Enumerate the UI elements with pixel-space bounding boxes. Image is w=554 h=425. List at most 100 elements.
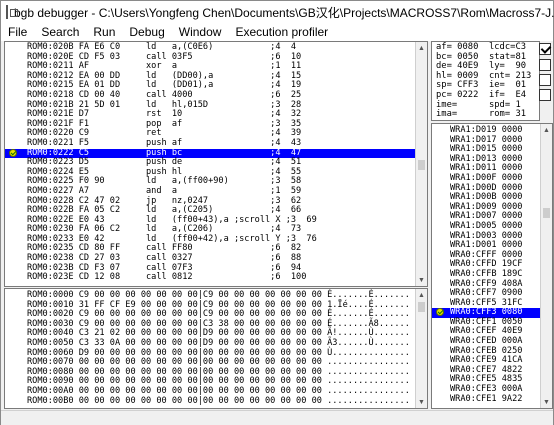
stack-text: WRA0:CFF5 31FC <box>450 297 523 308</box>
memory-text: ROM0:0020 C9 00 00 00 00 00 00 00|C9 00 … <box>27 309 410 320</box>
flag-h-checkbox[interactable] <box>539 74 551 86</box>
scroll-thumb[interactable] <box>418 302 425 312</box>
memory-pane[interactable]: ROM0:0000 C9 00 00 00 00 00 00 00|C9 00 … <box>4 288 428 409</box>
stack-text: WRA0:CFF7 0900 <box>450 288 523 299</box>
stack-text: WRA1:D00D 0000 <box>450 182 523 193</box>
menu-window[interactable]: Window <box>172 23 229 41</box>
stack-text: WRA0:CFE3 000A <box>450 384 523 395</box>
memory-row[interactable]: ROM0:00B0 00 00 00 00 00 00 00 00|00 00 … <box>5 395 415 407</box>
stack-text: WRA1:D001 0000 <box>450 240 523 251</box>
disasm-text: ROM0:0222 C5 push bc ;4 47 <box>27 147 302 158</box>
stack-text: WRA0:CFF3 0080 <box>450 307 523 318</box>
stack-text: WRA0:CFE9 41CA <box>450 355 523 366</box>
disasm-text: ROM0:0220 C9 ret ;4 39 <box>27 128 302 139</box>
flag-z-checkbox[interactable] <box>539 43 551 55</box>
app-icon <box>6 5 18 19</box>
register-row[interactable]: ima= rom= 31 <box>432 110 539 120</box>
memory-text: ROM0:0000 C9 00 00 00 00 00 00 00|C9 00 … <box>27 290 410 300</box>
memory-text: ROM0:0060 D9 00 00 00 00 00 00 00|00 00 … <box>27 347 410 358</box>
disasm-text: ROM0:0212 EA 00 DD ld (DD00),a ;4 15 <box>27 70 302 81</box>
stack-text: WRA0:CFEF 40E9 <box>450 326 523 337</box>
memory-text: ROM0:0040 C3 21 02 00 00 00 00 00|D9 00 … <box>27 328 410 339</box>
scroll-down-icon[interactable]: ▼ <box>416 274 427 286</box>
disasm-text: ROM0:021B 21 5D 01 ld hl,015D ;3 28 <box>27 99 302 110</box>
pc-marker-icon <box>9 148 20 157</box>
stack-text: WRA1:D00B 0000 <box>450 192 523 203</box>
memory-text: ROM0:0090 00 00 00 00 00 00 00 00|00 00 … <box>27 376 410 387</box>
disasm-text: ROM0:023B CD F3 07 call 07F3 ;6 94 <box>27 262 302 273</box>
stack-text: WRA0:CFE5 4835 <box>450 374 523 385</box>
stack-text: WRA1:D007 0000 <box>450 211 523 222</box>
disasm-text: ROM0:0225 F0 90 ld a,(ff00+90) ;3 58 <box>27 176 302 187</box>
disasm-text: ROM0:0235 CD 80 FF call FF80 ;6 82 <box>27 243 302 254</box>
menu-bar: File Search Run Debug Window Execution p… <box>1 23 553 41</box>
stack-text: WRA0:CFEB 0250 <box>450 345 523 356</box>
stack-text: WRA0:CFF9 408A <box>450 278 523 289</box>
scroll-up-icon[interactable]: ▲ <box>416 42 427 54</box>
stack-text: WRA1:D011 0000 <box>450 163 523 174</box>
stack-text: WRA0:CFFF 0000 <box>450 249 523 260</box>
disasm-text: ROM0:0221 F5 push af ;4 43 <box>27 137 302 148</box>
disassembly-pane[interactable]: ROM0:020B FA E6 C0 ld a,(C0E6) ;4 4 ROM0:… <box>4 41 428 287</box>
scroll-thumb[interactable] <box>543 208 550 218</box>
stack-text: WRA1:D013 0000 <box>450 153 523 164</box>
memory-text: ROM0:0010 31 FF CF E9 00 00 00 00|C9 00 … <box>27 299 410 310</box>
memory-text: ROM0:0050 C3 33 0A 00 00 00 00 00|D9 00 … <box>27 337 410 348</box>
stack-text: WRA1:D015 0000 <box>450 144 523 155</box>
memory-text: ROM0:00A0 00 00 00 00 00 00 00 00|00 00 … <box>27 385 410 396</box>
disasm-text: ROM0:0233 E0 42 ld (ff00+42),a ;scroll Y… <box>27 233 317 244</box>
menu-search[interactable]: Search <box>34 23 86 41</box>
stack-text: WRA0:CFFD 19CF <box>450 259 523 270</box>
memory-scrollbar[interactable]: ▲ ▼ <box>415 289 427 408</box>
menu-file[interactable]: File <box>1 23 34 41</box>
scroll-down-icon[interactable]: ▼ <box>416 396 427 408</box>
disasm-text: ROM0:0218 CD 00 40 call 4000 ;6 25 <box>27 89 302 100</box>
stack-text: WRA1:D019 0000 <box>450 125 523 135</box>
disasm-text: ROM0:022E E0 43 ld (ff00+43),a ;scroll X… <box>27 214 317 225</box>
disasm-text: ROM0:0230 FA 06 C2 ld a,(C206) ;4 73 <box>27 224 302 235</box>
disasm-text: ROM0:0227 A7 and a ;1 59 <box>27 185 302 196</box>
disasm-text: ROM0:0223 D5 push de ;4 51 <box>27 157 302 168</box>
memory-text: ROM0:0070 00 00 00 00 00 00 00 00|00 00 … <box>27 357 410 368</box>
stack-pane[interactable]: WRA1:D019 0000 WRA1:D017 0000 WRA1:D015 00… <box>431 123 553 409</box>
stack-row[interactable]: WRA0:CFE1 9A22 <box>432 393 540 405</box>
disassembly-scrollbar[interactable]: ▲ ▼ <box>415 42 427 286</box>
scroll-up-icon[interactable]: ▲ <box>541 124 552 136</box>
flag-n-checkbox[interactable] <box>539 59 551 71</box>
stack-text: WRA1:D009 0000 <box>450 201 523 212</box>
status-bar <box>1 410 553 425</box>
menu-execution-profiler[interactable]: Execution profiler <box>228 23 335 41</box>
disasm-text: ROM0:020B FA E6 C0 ld a,(C0E6) ;4 4 <box>27 42 297 52</box>
disasm-text: ROM0:021F F1 pop af ;3 35 <box>27 118 302 129</box>
stack-text: WRA0:CFFB 189C <box>450 268 523 279</box>
disasm-text: ROM0:0215 EA 01 DD ld (DD01),a ;4 19 <box>27 80 302 91</box>
disasm-row[interactable]: ROM0:023E CD 12 08 call 0812 ;6 100 <box>5 273 415 283</box>
pc-marker-icon <box>436 308 447 317</box>
flag-c-checkbox[interactable] <box>539 89 551 101</box>
register-text: ima= rom= 31 <box>436 109 527 120</box>
stack-text: WRA1:D005 0000 <box>450 220 523 231</box>
scroll-down-icon[interactable]: ▼ <box>541 396 552 408</box>
disasm-text: ROM0:020E CD F5 03 call 03F5 ;6 10 <box>27 51 302 62</box>
stack-scrollbar[interactable]: ▲ ▼ <box>540 124 552 408</box>
window-title: bgb debugger - C:\Users\Yongfeng Chen\Do… <box>14 5 554 20</box>
debugger-window: bgb debugger - C:\Users\Yongfeng Chen\Do… <box>0 0 554 425</box>
stack-text: WRA1:D017 0000 <box>450 134 523 145</box>
stack-text: WRA0:CFE1 9A22 <box>450 393 523 404</box>
stack-text: WRA1:D00F 0000 <box>450 172 523 183</box>
disasm-text: ROM0:022B FA 05 C2 ld a,(C205) ;4 66 <box>27 205 302 216</box>
disasm-text: ROM0:023E CD 12 08 call 0812 ;6 100 <box>27 272 307 283</box>
memory-text: ROM0:0080 00 00 00 00 00 00 00 00|00 00 … <box>27 366 410 377</box>
disasm-text: ROM0:021E D7 rst 10 ;4 32 <box>27 109 302 120</box>
menu-run[interactable]: Run <box>86 23 122 41</box>
menu-debug[interactable]: Debug <box>122 23 171 41</box>
stack-text: WRA0:CFF1 0050 <box>450 316 523 327</box>
stack-text: WRA1:D003 0000 <box>450 230 523 241</box>
memory-text: ROM0:0030 C9 00 00 00 00 00 00 00|C3 38 … <box>27 318 410 329</box>
registers-pane[interactable]: af= 0080 lcdc=C3 bc= 0050 stat=81 de= 40E9… <box>431 41 540 121</box>
stack-text: WRA0:CFE7 4822 <box>450 364 523 375</box>
title-bar[interactable]: bgb debugger - C:\Users\Yongfeng Chen\Do… <box>1 1 554 23</box>
scroll-up-icon[interactable]: ▲ <box>416 289 427 301</box>
scroll-thumb[interactable] <box>418 160 425 170</box>
memory-text: ROM0:00B0 00 00 00 00 00 00 00 00|00 00 … <box>27 395 410 406</box>
